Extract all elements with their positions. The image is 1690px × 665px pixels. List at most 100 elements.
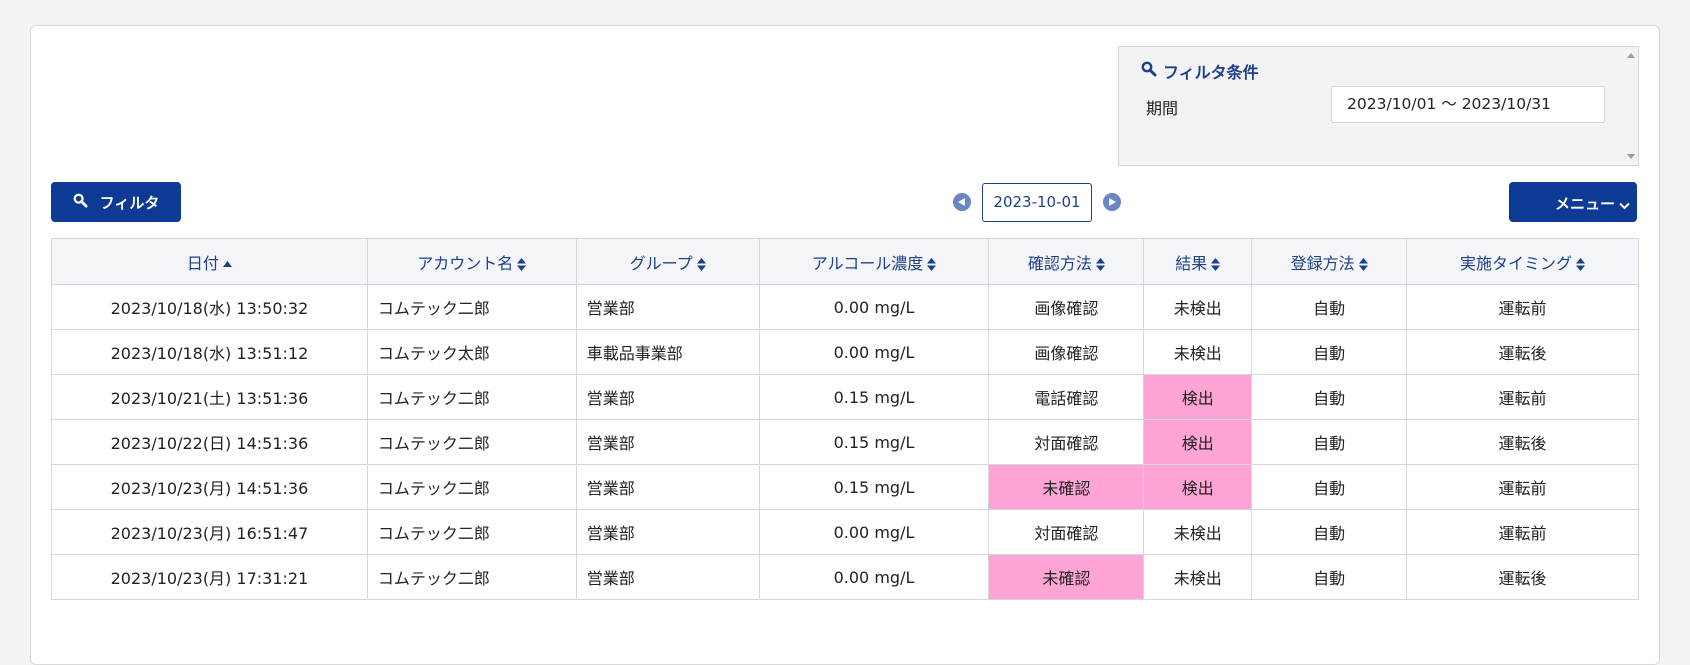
- cell-group: 車載品事業部: [575, 329, 760, 375]
- cell-alcohol: 0.00 mg/L: [758, 329, 990, 375]
- header-label: 確認方法: [1027, 253, 1092, 273]
- sort-icon: [927, 257, 937, 271]
- cell-alcohol: 0.00 mg/L: [758, 554, 990, 600]
- cell-alcohol: 0.15 mg/L: [758, 464, 990, 510]
- cell-date: 2023/10/18(水) 13:50:32: [51, 284, 368, 330]
- alcohol-check-table: 日付 アカウント名 グループ アルコール濃度 確認方法 結果 登録方法 実施タイミング 202…: [51, 238, 1639, 600]
- cell-account: コムテック二郎: [366, 419, 577, 465]
- filter-conditions-title: フィルタ条件: [1141, 59, 1259, 83]
- cell-method: 未確認: [988, 464, 1145, 510]
- cell-registration: 自動: [1251, 284, 1408, 330]
- cell-account: コムテック太郎: [366, 329, 577, 375]
- cell-method: 対面確認: [988, 509, 1145, 555]
- cell-group: 営業部: [575, 284, 760, 330]
- filter-conditions-label: フィルタ条件: [1163, 63, 1259, 82]
- cell-registration: 自動: [1251, 419, 1408, 465]
- header-alcohol[interactable]: アルコール濃度: [758, 238, 990, 285]
- cell-method: 未確認: [988, 554, 1145, 600]
- period-value: 2023/10/01 〜 2023/10/31: [1331, 86, 1605, 123]
- cell-result: 検出: [1143, 419, 1253, 465]
- cell-group: 営業部: [575, 464, 760, 510]
- cell-registration: 自動: [1251, 464, 1408, 510]
- header-label: 結果: [1175, 253, 1208, 273]
- cell-registration: 自動: [1251, 329, 1408, 375]
- cell-result: 未検出: [1143, 329, 1253, 375]
- table-row: 2023/10/23(月) 16:51:47 コムテック二郎 営業部 0.00 mg/…: [51, 509, 1639, 555]
- current-date[interactable]: 2023-10-01: [982, 183, 1092, 222]
- cell-result: 未検出: [1143, 509, 1253, 555]
- header-registration[interactable]: 登録方法: [1251, 238, 1408, 285]
- sort-icon: [1095, 257, 1105, 271]
- cell-timing: 運転後: [1406, 419, 1639, 465]
- menu-button-label: メニュー: [1555, 195, 1616, 213]
- header-group[interactable]: グループ: [575, 238, 760, 285]
- cell-timing: 運転前: [1406, 284, 1639, 330]
- header-date[interactable]: 日付: [51, 238, 368, 285]
- sort-icon: [1576, 257, 1586, 271]
- filter-button-label: フィルタ: [99, 194, 160, 212]
- cell-account: コムテック二郎: [366, 509, 577, 555]
- sort-icon: [1358, 257, 1368, 271]
- cell-alcohol: 0.15 mg/L: [758, 374, 990, 420]
- cell-method: 対面確認: [988, 419, 1145, 465]
- cell-registration: 自動: [1251, 374, 1408, 420]
- table-row: 2023/10/22(日) 14:51:36 コムテック二郎 営業部 0.15 mg/…: [51, 419, 1639, 465]
- search-icon: [1141, 61, 1157, 81]
- menu-button[interactable]: メニュー: [1509, 182, 1637, 222]
- scroll-down-arrow[interactable]: [1627, 154, 1635, 159]
- sort-asc-icon: [222, 261, 232, 267]
- cell-alcohol: 0.00 mg/L: [758, 284, 990, 330]
- header-label: 実施タイミング: [1460, 253, 1573, 273]
- header-account[interactable]: アカウント名: [366, 238, 577, 285]
- cell-date: 2023/10/18(水) 13:51:12: [51, 329, 368, 375]
- cell-group: 営業部: [575, 374, 760, 420]
- cell-timing: 運転後: [1406, 329, 1639, 375]
- cell-method: 電話確認: [988, 374, 1145, 420]
- cell-account: コムテック二郎: [366, 554, 577, 600]
- cell-group: 営業部: [575, 554, 760, 600]
- sort-icon: [696, 257, 706, 271]
- cell-group: 営業部: [575, 509, 760, 555]
- cell-date: 2023/10/23(月) 16:51:47: [51, 509, 368, 555]
- chevron-down-icon: [1619, 196, 1630, 214]
- cell-alcohol: 0.15 mg/L: [758, 419, 990, 465]
- prev-date-icon[interactable]: [953, 193, 971, 211]
- search-icon: [73, 193, 88, 212]
- cell-alcohol: 0.00 mg/L: [758, 509, 990, 555]
- header-label: アカウント名: [417, 253, 514, 273]
- cell-result: 検出: [1143, 374, 1253, 420]
- table-body: 2023/10/18(水) 13:50:32 コムテック二郎 営業部 0.00 mg/…: [51, 284, 1639, 600]
- cell-date: 2023/10/23(月) 14:51:36: [51, 464, 368, 510]
- filter-button[interactable]: フィルタ: [51, 182, 181, 222]
- cell-method: 画像確認: [988, 284, 1145, 330]
- cell-group: 営業部: [575, 419, 760, 465]
- filter-conditions-box: フィルタ条件 期間 2023/10/01 〜 2023/10/31: [1118, 46, 1639, 166]
- table-row: 2023/10/18(水) 13:51:12 コムテック太郎 車載品事業部 0.00 …: [51, 329, 1639, 375]
- header-timing[interactable]: 実施タイミング: [1406, 238, 1639, 285]
- cell-result: 検出: [1143, 464, 1253, 510]
- period-label: 期間: [1146, 99, 1179, 118]
- cell-result: 未検出: [1143, 284, 1253, 330]
- header-label: 日付: [186, 253, 219, 273]
- next-date-icon[interactable]: [1103, 193, 1121, 211]
- scroll-up-arrow[interactable]: [1627, 53, 1635, 58]
- header-label: アルコール濃度: [811, 253, 924, 273]
- cell-registration: 自動: [1251, 509, 1408, 555]
- cell-timing: 運転前: [1406, 464, 1639, 510]
- table-row: 2023/10/21(土) 13:51:36 コムテック二郎 営業部 0.15 mg/…: [51, 374, 1639, 420]
- table-row: 2023/10/23(月) 14:51:36 コムテック二郎 営業部 0.15 mg/…: [51, 464, 1639, 510]
- cell-registration: 自動: [1251, 554, 1408, 600]
- cell-result: 未検出: [1143, 554, 1253, 600]
- header-label: 登録方法: [1290, 253, 1355, 273]
- cell-account: コムテック二郎: [366, 464, 577, 510]
- cell-date: 2023/10/21(土) 13:51:36: [51, 374, 368, 420]
- cell-timing: 運転前: [1406, 374, 1639, 420]
- cell-account: コムテック二郎: [366, 374, 577, 420]
- sort-icon: [1211, 257, 1221, 271]
- header-label: グループ: [629, 253, 693, 273]
- table-row: 2023/10/18(水) 13:50:32 コムテック二郎 営業部 0.00 mg/…: [51, 284, 1639, 330]
- header-result[interactable]: 結果: [1143, 238, 1253, 285]
- sort-icon: [517, 257, 527, 271]
- cell-account: コムテック二郎: [366, 284, 577, 330]
- header-method[interactable]: 確認方法: [988, 238, 1145, 285]
